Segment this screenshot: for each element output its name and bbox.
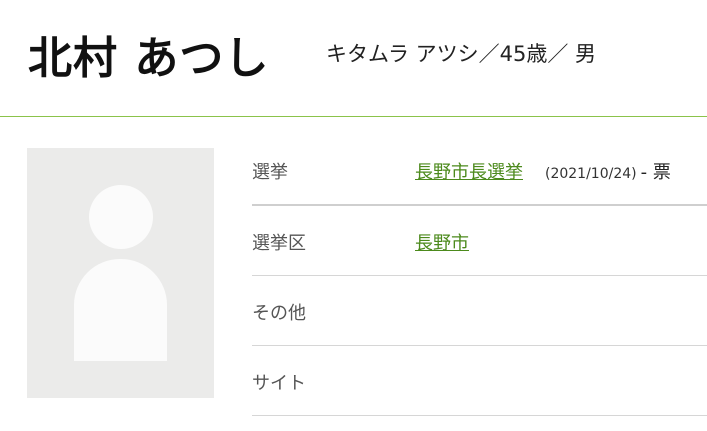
district-link[interactable]: 長野市 (415, 233, 469, 254)
candidate-name: 北村 あつし (28, 33, 270, 84)
district-value: 長野市 (415, 229, 469, 255)
profile-photo-placeholder (27, 148, 214, 398)
election-date: (2021/10/24) (545, 166, 637, 182)
election-votes: - 票 (640, 162, 671, 183)
candidate-kana-age-gender: キタムラ アツシ／45歳／ 男 (326, 42, 597, 66)
info-row-election: 選挙 長野市長選挙 (2021/10/24) - 票 (252, 135, 707, 206)
avatar-body-icon (74, 259, 167, 361)
election-value: 長野市長選挙 (2021/10/24) - 票 (415, 158, 671, 184)
election-link[interactable]: 長野市長選挙 (415, 162, 523, 183)
election-label: 選挙 (252, 162, 288, 183)
other-label: その他 (252, 303, 306, 324)
avatar-head-icon (89, 185, 153, 249)
info-row-district: 選挙区 長野市 (252, 206, 707, 276)
district-label: 選挙区 (252, 233, 306, 254)
info-row-other: その他 (252, 276, 707, 346)
profile-info-table: 選挙 長野市長選挙 (2021/10/24) - 票 選挙区 長野市 その他 サイト (252, 135, 707, 416)
profile-header: 北村 あつし キタムラ アツシ／45歳／ 男 (0, 0, 707, 117)
site-label: サイト (252, 373, 306, 394)
info-row-site: サイト (252, 346, 707, 416)
